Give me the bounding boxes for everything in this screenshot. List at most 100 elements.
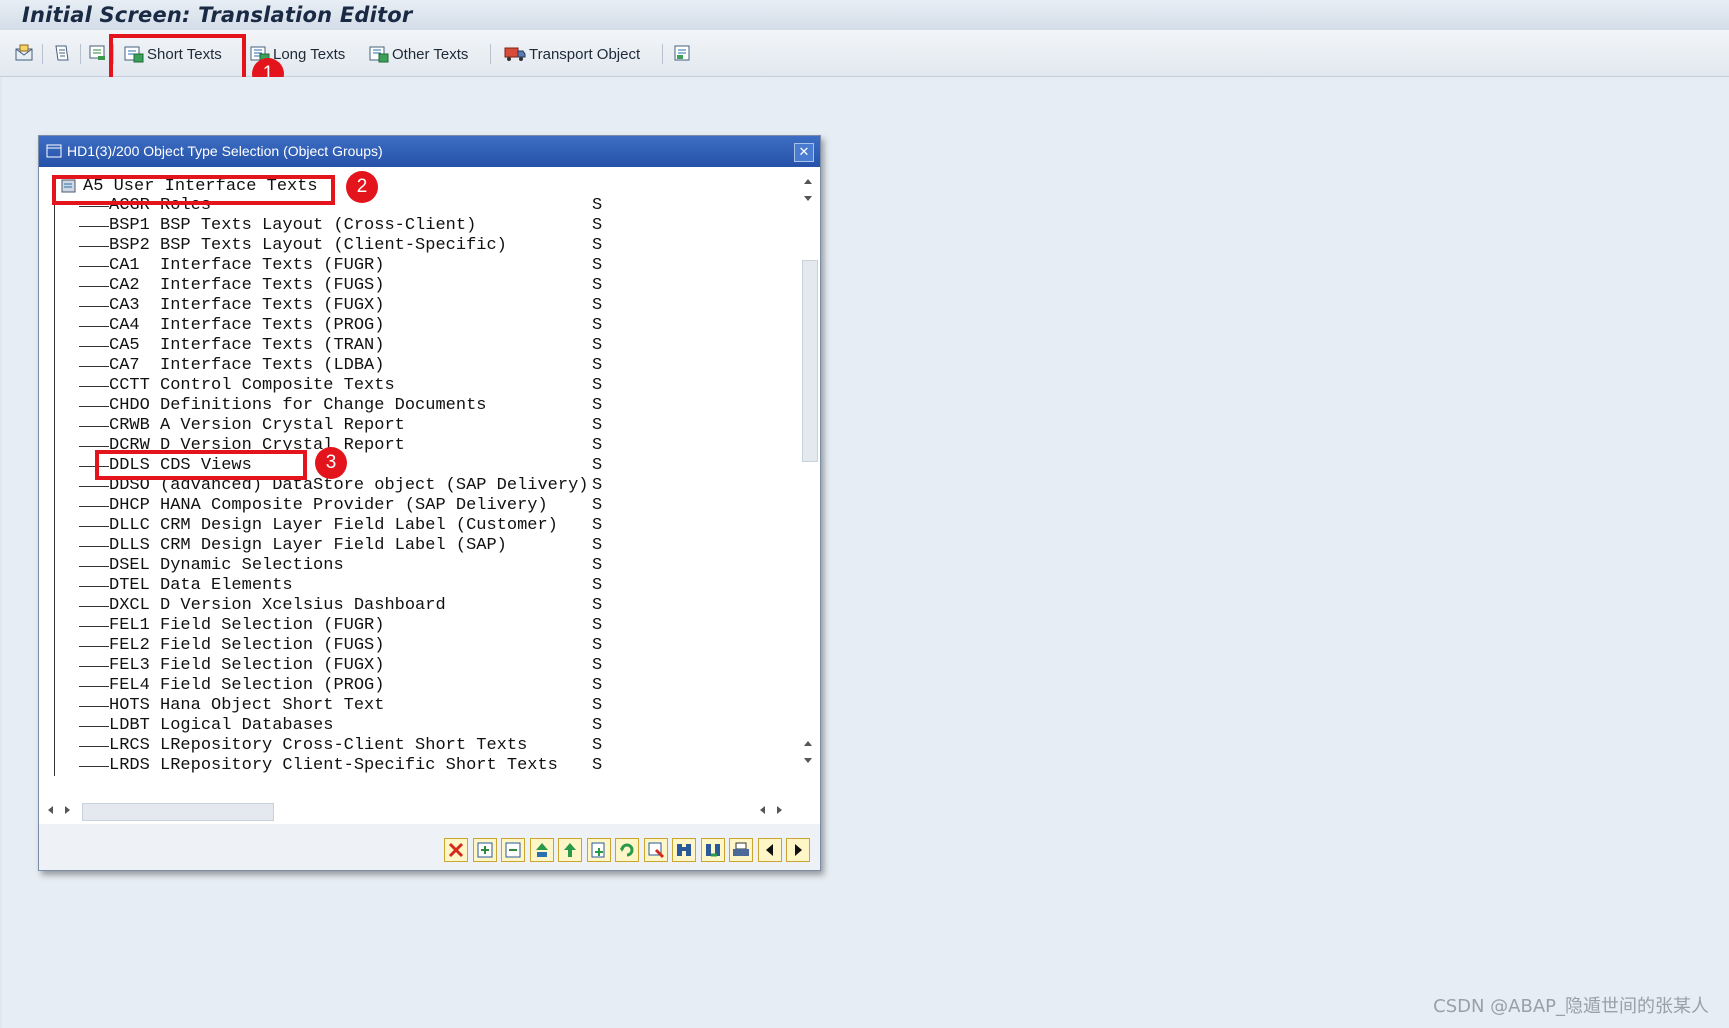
other-texts-button[interactable]: Other Texts <box>369 42 468 66</box>
tree-connector-line <box>79 486 109 487</box>
tree-node-row[interactable]: LDBT Logical Databases S <box>109 716 602 736</box>
object-type-flag: S <box>592 576 603 595</box>
collapse-all-button[interactable] <box>501 838 525 862</box>
find-button[interactable] <box>672 838 696 862</box>
object-type-code: BSP2 <box>109 236 150 255</box>
tree-node-row[interactable]: CA7 Interface Texts (LDBA) S <box>109 356 602 376</box>
vertical-scroll-thumb[interactable] <box>802 260 818 462</box>
print-button[interactable] <box>729 838 753 862</box>
object-type-flag: S <box>592 416 603 435</box>
collapse-subtree-button[interactable] <box>558 838 582 862</box>
tree-node-row[interactable]: CA2 Interface Texts (FUGS) S <box>109 276 602 296</box>
tree-connector-line <box>79 626 109 627</box>
tree-connector-line <box>79 746 109 747</box>
tree-connector-line <box>79 386 109 387</box>
other-texts-icon <box>369 46 389 63</box>
tree-node-row[interactable]: DTEL Data Elements S <box>109 576 602 596</box>
other-texts-label: Other Texts <box>392 45 469 63</box>
object-type-code: CHDO <box>109 396 150 415</box>
worklist-icon[interactable] <box>52 44 72 62</box>
highlight-box-ddls <box>95 450 307 480</box>
object-type-flag: S <box>592 436 603 455</box>
cancel-icon <box>448 842 464 858</box>
tree-node-row[interactable]: CA3 Interface Texts (FUGX) S <box>109 296 602 316</box>
tree-node-row[interactable]: BSP1 BSP Texts Layout (Cross-Client) S <box>109 216 602 236</box>
settings-icon[interactable] <box>672 44 692 62</box>
refresh-icon <box>620 843 634 857</box>
long-texts-label: Long Texts <box>273 45 346 63</box>
tree-node-row[interactable]: LRDS LRepository Client-Specific Short T… <box>109 756 602 776</box>
page-right-button[interactable] <box>786 838 810 862</box>
print-icon <box>733 842 749 856</box>
cancel-button[interactable] <box>444 838 468 862</box>
tree-node-row[interactable]: FEL4 Field Selection (PROG) S <box>109 676 602 696</box>
object-type-code: CA7 <box>109 356 150 375</box>
tree-node-row[interactable]: FEL1 Field Selection (FUGR) S <box>109 616 602 636</box>
annotation-badge-3: 3 <box>315 447 347 479</box>
object-type-code: BSP1 <box>109 216 150 235</box>
scroll-left-icon[interactable] <box>45 804 75 816</box>
object-type-flag: S <box>592 476 603 495</box>
expand-all-button[interactable] <box>472 838 497 862</box>
expand-subtree-button[interactable] <box>529 838 554 862</box>
find-next-icon <box>705 844 720 857</box>
tree-connector-line <box>79 586 109 587</box>
tree-connector-line <box>79 306 109 307</box>
tree-node-row[interactable]: CA1 Interface Texts (FUGR) S <box>109 256 602 276</box>
tree-connector-line <box>79 326 109 327</box>
object-type-flag: S <box>592 296 603 315</box>
scroll-right-icon[interactable] <box>757 804 787 816</box>
page-left-button[interactable] <box>757 838 782 862</box>
toolbar-separator <box>490 44 491 64</box>
tree-node-row[interactable]: HOTS Hana Object Short Text S <box>109 696 602 716</box>
tree-connector-line <box>79 666 109 667</box>
object-type-description: CRM Design Layer Field Label (SAP) <box>160 536 507 555</box>
vertical-scrollbar[interactable] <box>798 172 818 792</box>
tree-node-row[interactable]: FEL3 Field Selection (FUGX) S <box>109 656 602 676</box>
tree-connector-line <box>79 226 109 227</box>
tree-node-row[interactable]: DLLC CRM Design Layer Field Label (Custo… <box>109 516 602 536</box>
object-type-flag: S <box>592 456 603 475</box>
tree-connector-line <box>79 706 109 707</box>
tree-connector-line <box>79 406 109 407</box>
tree-connector-line <box>79 206 109 207</box>
select-button[interactable] <box>586 838 611 862</box>
close-button[interactable]: ✕ <box>794 143 814 162</box>
object-type-code: FEL3 <box>109 656 150 675</box>
tree-connector-line <box>79 646 109 647</box>
tree-node-row[interactable]: BSP2 BSP Texts Layout (Client-Specific) S <box>109 236 602 256</box>
zoom-button[interactable] <box>643 838 668 862</box>
object-type-flag: S <box>592 496 603 515</box>
horizontal-scrollbar[interactable] <box>45 798 810 822</box>
tree-node-row[interactable]: DLLS CRM Design Layer Field Label (SAP) S <box>109 536 602 556</box>
object-type-description: Interface Texts (FUGS) <box>160 276 385 295</box>
tree-connector-line <box>79 766 109 767</box>
tree-node-row[interactable]: DSEL Dynamic Selections S <box>109 556 602 576</box>
object-type-code: LRDS <box>109 756 150 775</box>
object-type-flag: S <box>592 396 603 415</box>
statistics-icon[interactable] <box>88 44 108 62</box>
object-type-flag: S <box>592 196 603 215</box>
object-type-code: LDBT <box>109 716 150 735</box>
tree-node-row[interactable]: CA4 Interface Texts (PROG) S <box>109 316 602 336</box>
toolbar-separator <box>42 44 43 64</box>
transport-object-button[interactable]: Transport Object <box>504 42 640 66</box>
object-type-description: Hana Object Short Text <box>160 696 385 715</box>
tree-node-row[interactable]: CA5 Interface Texts (TRAN) S <box>109 336 602 356</box>
tree-node-row[interactable]: LRCS LRepository Cross-Client Short Text… <box>109 736 602 756</box>
tree-node-row[interactable]: CHDO Definitions for Change Documents S <box>109 396 602 416</box>
scroll-up-icon[interactable] <box>802 176 814 210</box>
annotation-badge-2: 2 <box>346 171 378 203</box>
find-next-button[interactable] <box>700 838 725 862</box>
tree-node-row[interactable]: FEL2 Field Selection (FUGS) S <box>109 636 602 656</box>
tree-node-row[interactable]: CRWB A Version Crystal Report S <box>109 416 602 436</box>
tree-node-row[interactable]: DXCL D Version Xcelsius Dashboard S <box>109 596 602 616</box>
envelope-icon[interactable] <box>14 44 34 62</box>
horizontal-scroll-thumb[interactable] <box>82 803 274 821</box>
refresh-button[interactable] <box>615 838 639 862</box>
object-type-flag: S <box>592 656 603 675</box>
tree-node-row[interactable]: CCTT Control Composite Texts S <box>109 376 602 396</box>
scroll-down-icon[interactable] <box>802 738 814 768</box>
tree-node-row[interactable]: DHCP HANA Composite Provider (SAP Delive… <box>109 496 602 516</box>
object-type-description: LRepository Client-Specific Short Texts <box>160 756 558 775</box>
